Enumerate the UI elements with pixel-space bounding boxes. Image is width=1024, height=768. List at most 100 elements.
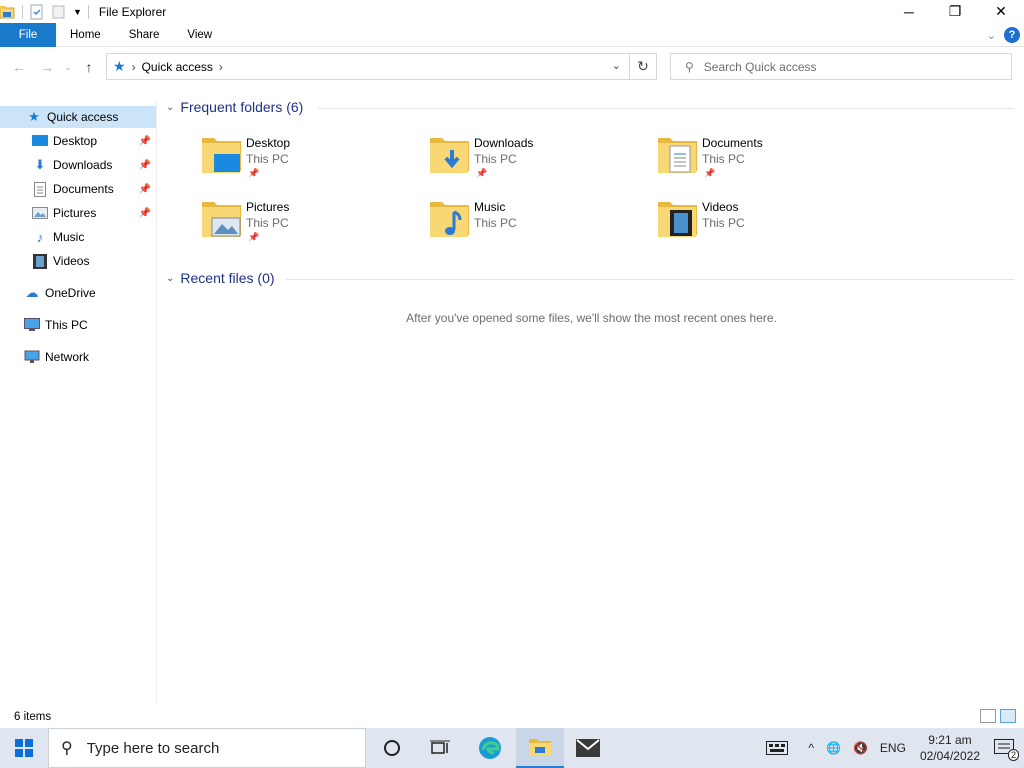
refresh-button[interactable]: ↻ (630, 53, 657, 80)
folder-tile-downloads[interactable]: Downloads This PC 📌 (428, 132, 638, 188)
edge-browser-button[interactable] (466, 728, 514, 768)
desktop-folder-icon (202, 138, 241, 173)
folder-tile-documents[interactable]: Documents This PC 📌 (656, 132, 866, 188)
file-explorer-icon (529, 739, 551, 755)
sidebar-item-network[interactable]: Network (0, 346, 156, 368)
sidebar-item-label: Network (45, 350, 90, 364)
sidebar-item-label: Music (53, 230, 85, 244)
breadcrumb-chevron-icon[interactable]: › (132, 60, 136, 74)
forward-button[interactable]: → (33, 53, 61, 81)
properties-icon[interactable] (29, 4, 45, 20)
clock[interactable]: 9:21 am 02/04/2022 (920, 732, 980, 764)
navigation-bar: ← → ⌄ ↑ ★ › Quick access › ⌄ ↻ ⚲ (0, 48, 1024, 86)
sidebar-item-onedrive[interactable]: ☁ OneDrive (0, 282, 156, 304)
sidebar-item-label: OneDrive (45, 286, 96, 300)
star-icon: ★ (28, 109, 40, 124)
edge-icon (479, 737, 501, 759)
expand-ribbon-icon[interactable]: ⌄ (987, 29, 996, 42)
folder-tile-pictures[interactable]: Pictures This PC 📌 (200, 196, 410, 252)
folder-tile-videos[interactable]: Videos This PC (656, 196, 866, 252)
language-indicator[interactable]: ENG (880, 741, 906, 755)
pin-icon[interactable]: 📌 (139, 208, 151, 219)
documents-folder-icon (658, 138, 697, 173)
section-divider (318, 108, 1014, 109)
task-view-button[interactable] (416, 728, 464, 768)
desktop-icon (32, 133, 48, 149)
sidebar-item-quick-access[interactable]: ★ Quick access (0, 106, 156, 128)
help-button[interactable]: ? (1004, 27, 1020, 43)
address-bar[interactable]: ★ › Quick access › ⌄ (106, 53, 630, 80)
new-folder-icon[interactable] (51, 4, 67, 20)
customize-toolbar-dropdown-icon[interactable]: ▼ (73, 7, 82, 17)
breadcrumb-chevron-icon[interactable]: › (219, 60, 223, 74)
pin-icon: 📌 (248, 168, 260, 178)
pin-icon: 📌 (476, 168, 488, 178)
recent-locations-button[interactable]: ⌄ (61, 53, 75, 81)
keyboard-icon[interactable] (766, 741, 789, 755)
item-count: 6 items (14, 711, 52, 723)
downloads-folder-icon (430, 138, 469, 173)
music-folder-icon (430, 202, 469, 237)
sidebar-item-label: Desktop (53, 134, 98, 148)
picture-icon (32, 205, 48, 221)
collapse-chevron-icon[interactable]: ⌄ (166, 102, 174, 113)
file-explorer-icon[interactable] (0, 4, 16, 20)
pin-icon[interactable]: 📌 (139, 184, 151, 195)
details-view-button[interactable] (980, 709, 996, 723)
network-globe-icon[interactable]: 🌐 (826, 741, 841, 755)
collapse-chevron-icon[interactable]: ⌄ (166, 273, 174, 284)
tab-share[interactable]: Share (115, 23, 174, 47)
recent-files-header[interactable]: ⌄ Recent files (0) (166, 270, 275, 286)
folder-name: Documents (702, 136, 763, 150)
pin-icon[interactable]: 📌 (139, 160, 151, 171)
mail-button[interactable] (564, 728, 612, 768)
volume-muted-icon[interactable]: 🔇 (853, 741, 868, 755)
sidebar-item-videos[interactable]: Videos (0, 250, 156, 272)
sidebar-item-music[interactable]: ♪ Music (0, 226, 156, 248)
folder-location: This PC (246, 216, 289, 230)
search-icon: ⚲ (685, 59, 694, 74)
sidebar-item-desktop[interactable]: Desktop 📌 (0, 130, 156, 152)
sidebar-item-documents[interactable]: Documents 📌 (0, 178, 156, 200)
close-button[interactable]: ✕ (978, 0, 1024, 23)
taskbar: ⚲ Type here to search ^ 🌐 🔇 ENG 9:21 am … (0, 728, 1024, 768)
tab-view[interactable]: View (173, 23, 226, 47)
folder-location: This PC (702, 216, 745, 230)
up-button[interactable]: ↑ (75, 53, 103, 81)
breadcrumb-quick-access[interactable]: Quick access (142, 60, 213, 74)
windows-logo-icon (15, 739, 33, 757)
sidebar-item-pictures[interactable]: Pictures 📌 (0, 202, 156, 224)
frequent-folders-header[interactable]: ⌄ Frequent folders (6) (166, 99, 303, 115)
frequent-folders-title: Frequent folders (6) (180, 99, 304, 115)
navigation-pane: ★ Quick access Desktop 📌 ⬇ Downloads 📌 D… (0, 100, 157, 704)
folder-tile-music[interactable]: Music This PC (428, 196, 638, 252)
file-explorer-taskbar-button[interactable] (516, 728, 564, 768)
large-icons-view-button[interactable] (1000, 709, 1016, 723)
start-button[interactable] (0, 728, 48, 768)
clock-time: 9:21 am (928, 733, 972, 747)
quick-access-star-icon: ★ (113, 58, 126, 74)
search-input[interactable] (703, 59, 984, 74)
folder-tile-desktop[interactable]: Desktop This PC 📌 (200, 132, 410, 188)
cortana-button[interactable] (368, 728, 416, 768)
taskbar-search-box[interactable]: ⚲ Type here to search (48, 728, 366, 768)
restore-button[interactable]: ❐ (932, 0, 978, 23)
search-icon: ⚲ (61, 740, 73, 757)
address-dropdown-icon[interactable]: ⌄ (612, 59, 621, 72)
tab-home[interactable]: Home (56, 23, 115, 47)
show-hidden-icons-chevron-icon[interactable]: ^ (808, 741, 814, 755)
back-button[interactable]: ← (5, 53, 33, 81)
task-view-icon (430, 740, 450, 754)
sidebar-item-downloads[interactable]: ⬇ Downloads 📌 (0, 154, 156, 176)
minimize-button[interactable]: ─ (886, 0, 932, 23)
search-box[interactable]: ⚲ (670, 53, 1012, 80)
action-center-button[interactable]: 2 (994, 739, 1019, 761)
tab-file[interactable]: File (0, 22, 56, 47)
cortana-icon (384, 740, 400, 756)
system-tray: ^ 🌐 🔇 ENG 9:21 am 02/04/2022 2 (760, 728, 1024, 768)
status-bar: 6 items (0, 706, 1024, 728)
pin-icon[interactable]: 📌 (139, 136, 151, 147)
sidebar-item-label: Downloads (53, 158, 113, 172)
cloud-icon: ☁ (25, 285, 39, 300)
sidebar-item-label: Documents (53, 182, 114, 196)
